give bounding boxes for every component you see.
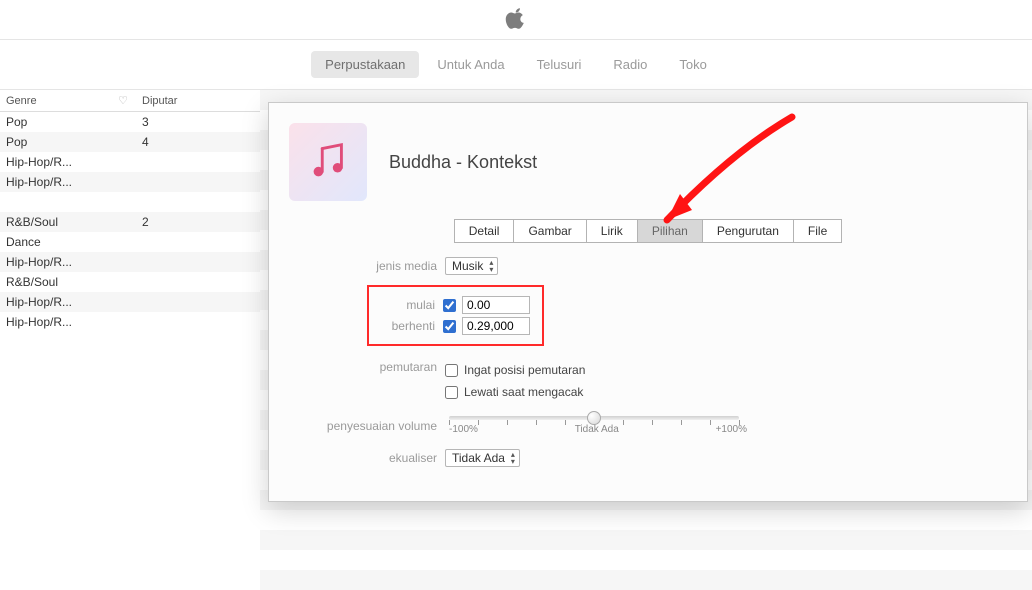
remember-position-checkbox[interactable] <box>445 364 458 377</box>
cell-plays <box>136 252 191 272</box>
start-checkbox[interactable] <box>443 299 456 312</box>
tab-pilihan[interactable]: Pilihan <box>637 219 702 243</box>
cell-love <box>110 292 136 312</box>
table-row[interactable]: R&B/Soul 2 <box>0 212 260 232</box>
dropdown-icon: ▴▾ <box>489 259 493 273</box>
table-row[interactable]: Hip-Hop/R... <box>0 292 260 312</box>
cell-genre: R&B/Soul <box>0 212 110 232</box>
cell-plays <box>136 232 191 252</box>
nav-radio[interactable]: Radio <box>599 51 661 78</box>
cell-genre: Dance <box>0 232 110 252</box>
cell-genre: Hip-Hop/R... <box>0 312 110 332</box>
dropdown-icon: ▴▾ <box>511 451 515 465</box>
cell-genre: Hip-Hop/R... <box>0 292 110 312</box>
track-list: Genre ♡ Diputar Pop3Pop4Hip-Hop/R...Hip-… <box>0 90 260 332</box>
song-info-dialog: Buddha - Kontekst Detail Gambar Lirik Pi… <box>268 102 1028 502</box>
cell-love <box>110 172 136 192</box>
tab-file[interactable]: File <box>793 219 842 243</box>
tab-gambar[interactable]: Gambar <box>513 219 585 243</box>
col-plays[interactable]: Diputar <box>136 90 191 112</box>
col-genre[interactable]: Genre <box>0 90 110 112</box>
tab-lirik[interactable]: Lirik <box>586 219 637 243</box>
cell-genre <box>0 192 110 212</box>
tab-detail[interactable]: Detail <box>454 219 514 243</box>
cell-love <box>110 272 136 292</box>
album-art <box>289 123 367 201</box>
apple-logo-icon <box>505 7 527 32</box>
main-nav: Perpustakaan Untuk Anda Telusuri Radio T… <box>0 40 1032 90</box>
tab-pengurutan[interactable]: Pengurutan <box>702 219 793 243</box>
nav-untuk-anda[interactable]: Untuk Anda <box>423 51 518 78</box>
volume-adjust-label: penyesuaian volume <box>309 419 437 433</box>
cell-love <box>110 232 136 252</box>
cell-genre: Pop <box>0 112 110 133</box>
equalizer-label: ekualiser <box>309 451 437 465</box>
start-input[interactable] <box>462 296 530 314</box>
media-kind-label: jenis media <box>309 259 437 273</box>
cell-genre: R&B/Soul <box>0 272 110 292</box>
equalizer-value: Tidak Ada <box>452 451 505 465</box>
cell-genre: Hip-Hop/R... <box>0 172 110 192</box>
cell-plays <box>136 312 191 332</box>
cell-love <box>110 252 136 272</box>
skip-shuffle-checkbox[interactable] <box>445 386 458 399</box>
cell-genre: Pop <box>0 132 110 152</box>
nav-perpustakaan[interactable]: Perpustakaan <box>311 51 419 78</box>
table-row[interactable]: Hip-Hop/R... <box>0 152 260 172</box>
table-row[interactable]: Hip-Hop/R... <box>0 312 260 332</box>
cell-genre: Hip-Hop/R... <box>0 252 110 272</box>
cell-plays: 2 <box>136 212 191 232</box>
media-kind-select[interactable]: Musik ▴▾ <box>445 257 498 275</box>
cell-love <box>110 212 136 232</box>
table-row[interactable]: Hip-Hop/R... <box>0 172 260 192</box>
table-row[interactable]: Dance <box>0 232 260 252</box>
stop-checkbox[interactable] <box>443 320 456 333</box>
cell-plays: 4 <box>136 132 191 152</box>
cell-love <box>110 312 136 332</box>
skip-shuffle-label: Lewati saat mengacak <box>464 385 583 399</box>
stop-label: berhenti <box>373 319 435 333</box>
equalizer-select[interactable]: Tidak Ada ▴▾ <box>445 449 520 467</box>
dialog-tabs: Detail Gambar Lirik Pilihan Pengurutan F… <box>269 219 1027 243</box>
cell-love <box>110 132 136 152</box>
stop-input[interactable] <box>462 317 530 335</box>
cell-plays <box>136 152 191 172</box>
table-row[interactable]: R&B/Soul <box>0 272 260 292</box>
col-spacer <box>191 90 260 112</box>
cell-love <box>110 112 136 133</box>
remember-position-label: Ingat posisi pemutaran <box>464 363 585 377</box>
nav-telusuri[interactable]: Telusuri <box>523 51 596 78</box>
col-love[interactable]: ♡ <box>110 90 136 112</box>
cell-plays <box>136 192 191 212</box>
table-row[interactable]: Pop 3 <box>0 112 260 133</box>
start-stop-group: mulai berhenti <box>367 285 544 346</box>
cell-plays <box>136 272 191 292</box>
track-title: Buddha - Kontekst <box>389 152 537 173</box>
playback-label: pemutaran <box>309 360 437 374</box>
topbar <box>0 0 1032 40</box>
cell-love <box>110 152 136 172</box>
cell-love <box>110 192 136 212</box>
nav-toko[interactable]: Toko <box>665 51 720 78</box>
media-kind-value: Musik <box>452 259 483 273</box>
cell-plays <box>136 292 191 312</box>
cell-genre: Hip-Hop/R... <box>0 152 110 172</box>
cell-plays <box>136 172 191 192</box>
table-row[interactable]: Hip-Hop/R... <box>0 252 260 272</box>
start-label: mulai <box>373 298 435 312</box>
volume-slider[interactable] <box>449 416 739 420</box>
table-row[interactable] <box>0 192 260 212</box>
table-row[interactable]: Pop 4 <box>0 132 260 152</box>
volume-slider-thumb[interactable] <box>587 411 601 425</box>
cell-plays: 3 <box>136 112 191 133</box>
